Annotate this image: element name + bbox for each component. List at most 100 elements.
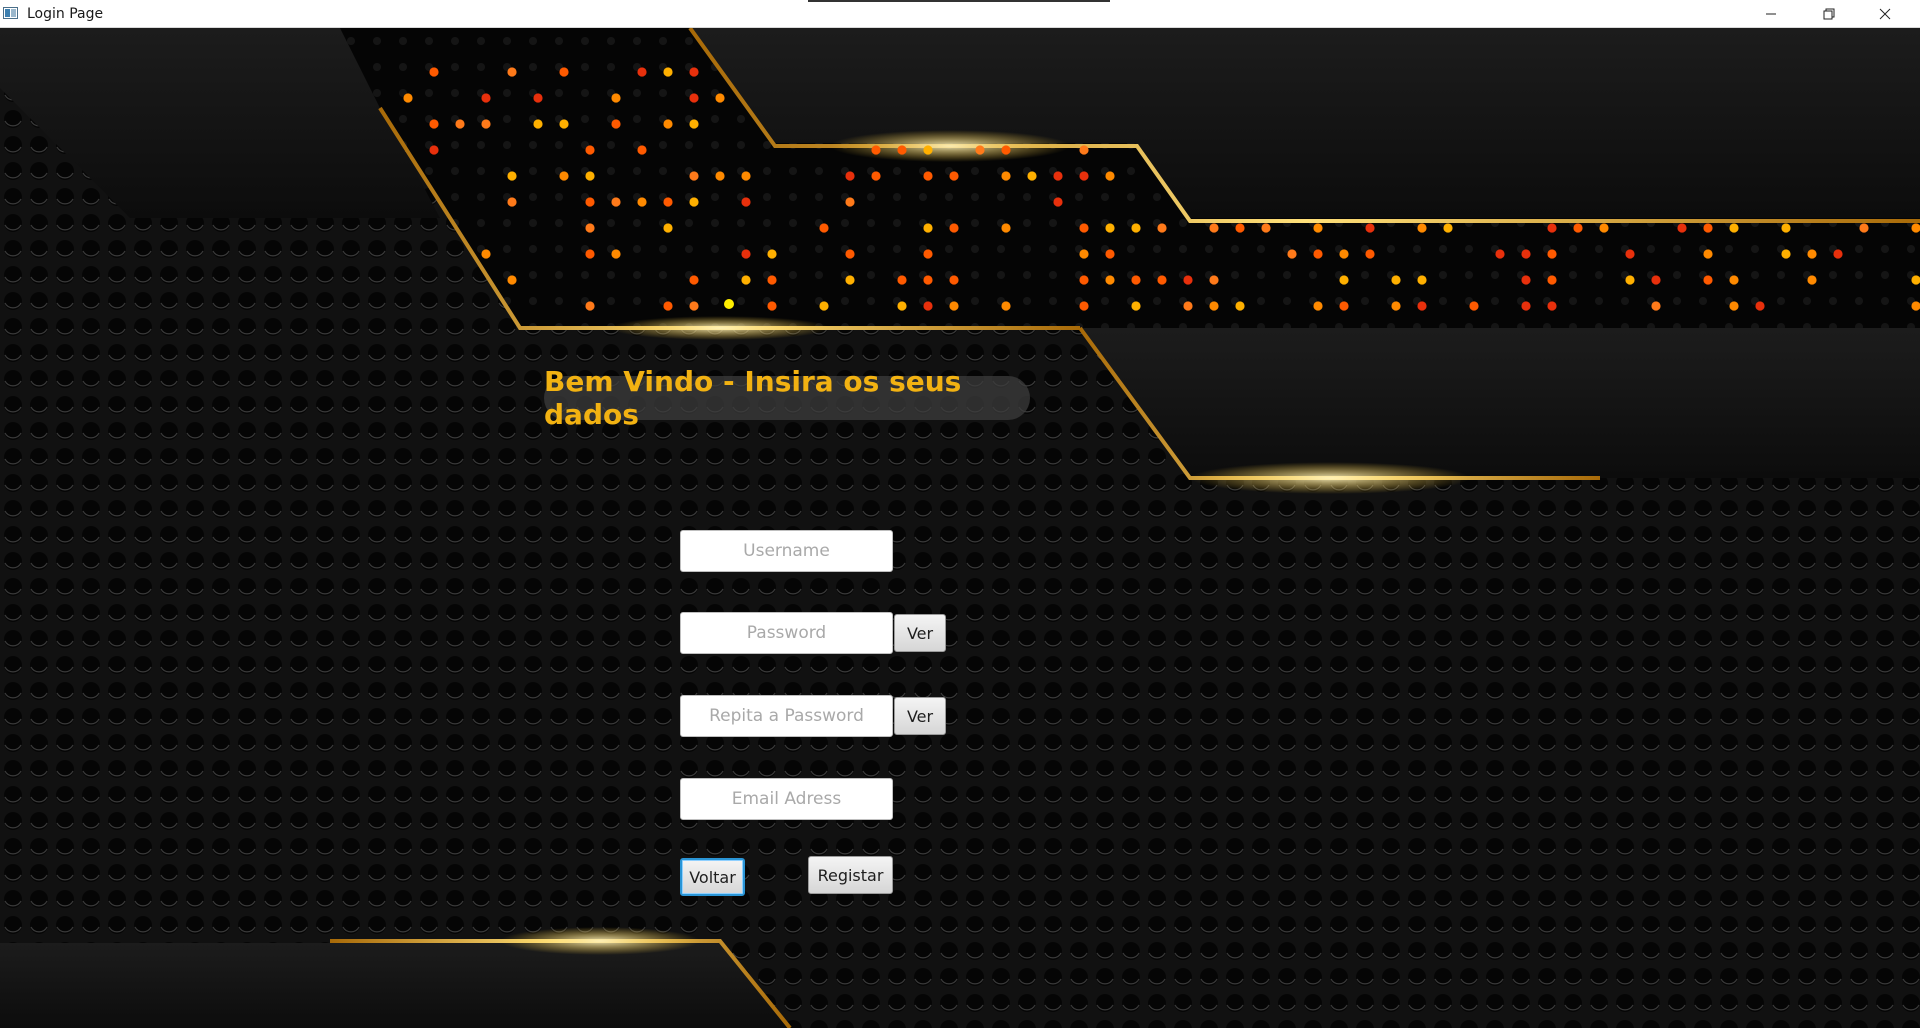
show-password-button[interactable]: Ver xyxy=(894,614,946,652)
decorative-dot xyxy=(585,171,595,181)
decorative-dot xyxy=(1729,275,1739,285)
decorative-dot xyxy=(741,275,751,285)
register-button[interactable]: Registar xyxy=(808,856,893,894)
decorative-dot xyxy=(923,275,933,285)
decorative-dot xyxy=(1703,275,1713,285)
decorative-dot xyxy=(559,171,569,181)
decorative-dot xyxy=(1391,301,1401,311)
decorative-dot xyxy=(845,197,855,207)
close-icon xyxy=(1879,8,1891,20)
decorative-dot xyxy=(897,275,907,285)
decorative-dot xyxy=(663,223,673,233)
email-input[interactable] xyxy=(680,778,893,820)
decorative-dot xyxy=(507,67,517,77)
decorative-dot xyxy=(1417,301,1427,311)
decorative-dot xyxy=(507,197,517,207)
decorative-dot xyxy=(481,249,491,259)
decorative-dot xyxy=(1105,171,1115,181)
decorative-dot xyxy=(1183,301,1193,311)
decorative-dot xyxy=(585,301,595,311)
decorative-dot xyxy=(1781,249,1791,259)
decorative-dot xyxy=(1339,275,1349,285)
decorative-dot xyxy=(845,171,855,181)
decorative-dot xyxy=(1781,223,1791,233)
decorative-dot xyxy=(637,145,647,155)
decorative-dot xyxy=(585,145,595,155)
decorative-dot xyxy=(611,249,621,259)
decorative-dot xyxy=(481,93,491,103)
decorative-dot xyxy=(715,93,725,103)
repeat-password-input[interactable] xyxy=(680,695,893,737)
restore-button[interactable] xyxy=(1806,0,1852,28)
decorative-dot xyxy=(1599,223,1609,233)
decorative-dot xyxy=(1495,249,1505,259)
decorative-dot xyxy=(1235,301,1245,311)
decorative-dot xyxy=(923,223,933,233)
decorative-dot xyxy=(1313,301,1323,311)
decorative-dot xyxy=(1209,223,1219,233)
decorative-dot xyxy=(689,301,699,311)
decorative-dot xyxy=(1079,145,1089,155)
background-artwork xyxy=(0,28,1920,1028)
decorative-dot xyxy=(949,223,959,233)
decorative-dot xyxy=(923,301,933,311)
decorative-dot xyxy=(949,275,959,285)
decorative-dot xyxy=(429,145,439,155)
decorative-dot xyxy=(585,197,595,207)
decorative-dot xyxy=(689,275,699,285)
decorative-dot xyxy=(611,93,621,103)
decorative-dot xyxy=(949,301,959,311)
decorative-dot xyxy=(1079,171,1089,181)
decorative-dot xyxy=(715,171,725,181)
decorative-dot xyxy=(1313,223,1323,233)
decorative-dot xyxy=(1079,223,1089,233)
decorative-dot xyxy=(585,223,595,233)
decorative-dot xyxy=(1079,249,1089,259)
decorative-dot xyxy=(1443,223,1453,233)
decorative-dot xyxy=(1183,275,1193,285)
decorative-dot xyxy=(1547,301,1557,311)
decorative-dot xyxy=(1417,275,1427,285)
decorative-dot xyxy=(871,145,881,155)
decorative-dot xyxy=(1651,301,1661,311)
decorative-dot xyxy=(1261,223,1271,233)
login-window-content: Bem Vindo - Insira os seus dados Ver Ver… xyxy=(0,28,1920,1028)
decorative-dot xyxy=(923,249,933,259)
decorative-dot xyxy=(1755,301,1765,311)
decorative-dot xyxy=(533,119,543,129)
decorative-dot xyxy=(585,249,595,259)
window-title-bar[interactable]: Login Page xyxy=(0,0,1920,28)
username-input[interactable] xyxy=(680,530,893,572)
decorative-dot xyxy=(663,197,673,207)
close-button[interactable] xyxy=(1862,0,1908,28)
decorative-dot xyxy=(1807,249,1817,259)
minimize-button[interactable] xyxy=(1748,0,1794,28)
decorative-dot xyxy=(1859,223,1869,233)
decorative-dot xyxy=(1677,223,1687,233)
show-repeat-password-button[interactable]: Ver xyxy=(894,697,946,735)
decorative-dot xyxy=(1547,275,1557,285)
decorative-dot xyxy=(819,223,829,233)
decorative-dot xyxy=(507,171,517,181)
password-input[interactable] xyxy=(680,612,893,654)
decorative-dot xyxy=(429,119,439,129)
decorative-dot xyxy=(1547,249,1557,259)
decorative-dot xyxy=(871,171,881,181)
back-button[interactable]: Voltar xyxy=(680,858,745,896)
decorative-dot xyxy=(923,171,933,181)
decorative-dot xyxy=(1703,223,1713,233)
decorative-dot xyxy=(689,197,699,207)
decorative-dot xyxy=(1625,249,1635,259)
decorative-dot xyxy=(689,171,699,181)
decorative-dot xyxy=(975,145,985,155)
decorative-dot xyxy=(949,171,959,181)
title-bar-divider xyxy=(808,0,1110,2)
decorative-dot xyxy=(1807,275,1817,285)
decorative-dot xyxy=(1339,301,1349,311)
decorative-dot xyxy=(724,299,734,309)
decorative-dot xyxy=(1105,275,1115,285)
decorative-dot xyxy=(741,171,751,181)
decorative-dot xyxy=(1573,223,1583,233)
decorative-dot xyxy=(1157,275,1167,285)
decorative-dot xyxy=(533,93,543,103)
